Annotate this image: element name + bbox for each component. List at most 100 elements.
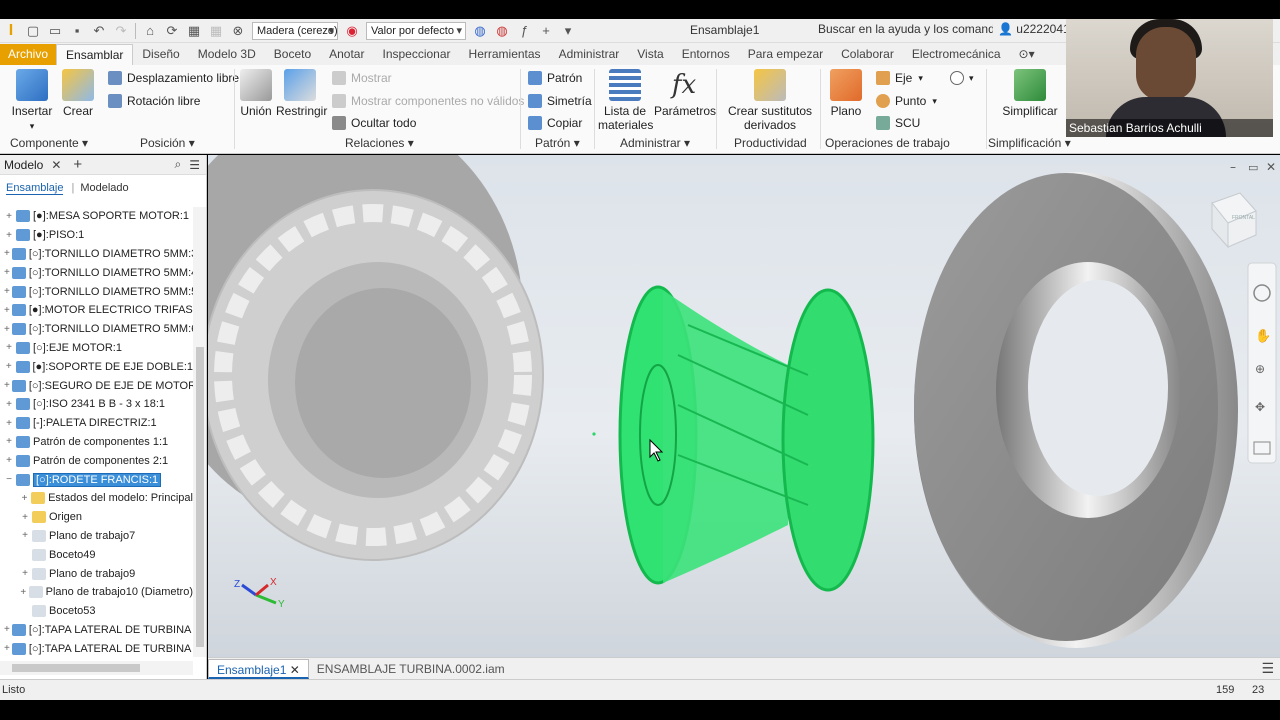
expand-toggle-icon[interactable]: + [4,342,14,353]
tree-item[interactable]: + Plano de trabajo10 (Diametro) [0,583,193,602]
expand-toggle-icon[interactable]: + [4,361,14,372]
crear-sustitutos-button[interactable]: Crear sustitutos derivados [724,69,816,132]
mostrar-no-validos-button[interactable]: Mostrar componentes no válidos [332,94,524,108]
group-label-relaciones[interactable]: Relaciones ▾ [345,136,414,150]
tree-item[interactable]: Boceto53 [0,602,193,621]
customize-dropdown-icon[interactable]: ▾ [559,22,577,40]
tree-item[interactable]: + Plano de trabajo7 [0,527,193,546]
expand-toggle-icon[interactable]: + [4,230,14,241]
menu-icon[interactable]: ☰ [1261,660,1274,677]
expand-toggle-icon[interactable]: + [4,418,14,429]
minimize-icon[interactable]: – [1230,160,1236,174]
simetria-button[interactable]: Simetría [528,94,592,108]
tree-item[interactable]: + Origen [0,508,193,527]
zoom-icon[interactable]: ⊕ [1255,362,1265,376]
tab-anotar[interactable]: Anotar [320,44,373,65]
doc-tab-active[interactable]: Ensamblaje1 ✕ [208,658,309,679]
expand-toggle-icon[interactable]: + [4,286,10,297]
help-search-input[interactable]: Buscar en la ayuda y los comandos [818,22,993,40]
expand-toggle-icon[interactable]: + [20,530,30,541]
expand-toggle-icon[interactable]: + [4,248,10,259]
save-icon[interactable]: ▪ [68,22,86,40]
orbit-icon[interactable]: ✥ [1255,400,1265,414]
group-label-posicion[interactable]: Posición ▾ [140,136,195,150]
tree-item[interactable]: + [○]:SEGURO DE EJE DE MOTOR:1 [0,376,193,395]
tree-item[interactable]: + Patrón de componentes 2:1 [0,451,193,470]
tree-item[interactable]: + [○]:TORNILLO DIAMETRO 5MM:6 [0,320,193,339]
tree-item[interactable]: + [○]:ISO 2341 B B - 3 x 18:1 [0,395,193,414]
scroll-thumb[interactable] [196,347,204,647]
group-label-componente[interactable]: Componente ▾ [10,136,88,150]
open-folder-icon[interactable]: ▭ [46,22,64,40]
menu-icon[interactable]: ☰ [189,158,200,172]
ocultar-todo-button[interactable]: Ocultar todo [332,116,416,130]
pan-hand-icon[interactable]: ✋ [1255,328,1271,344]
update-icon[interactable]: ⟳ [163,22,181,40]
tree-item[interactable]: + [●]:PISO:1 [0,226,193,245]
patron-button[interactable]: Patrón [528,71,582,85]
appearance-dropdown[interactable]: Valor por defecto [366,21,466,40]
search-icon[interactable]: ⌕ [175,157,182,172]
tree-item[interactable]: + [○]:TORNILLO DIAMETRO 5MM:5 [0,282,193,301]
rotacion-libre-button[interactable]: Rotación libre [108,94,200,108]
plano-button[interactable]: Plano [826,69,866,118]
tab-archivo[interactable]: Archivo [0,44,57,65]
expand-toggle-icon[interactable]: + [4,305,10,316]
expand-toggle-icon[interactable]: + [4,436,14,447]
restore-icon[interactable]: ▭ [1248,161,1258,174]
tree-item[interactable]: + Plano de trabajo9 [0,564,193,583]
select-filter-2-icon[interactable]: ▦ [207,22,225,40]
punto-button[interactable]: Punto ▾ [876,94,937,108]
guide-vane-ring[interactable] [208,155,544,561]
user-account[interactable]: 👤 u22220418 [998,22,1076,36]
undo-icon[interactable]: ↶ [90,22,108,40]
adjust-appearance-icon[interactable]: ◍ [471,22,489,40]
expand-toggle-icon[interactable]: + [4,399,14,410]
tree-horizontal-scrollbar[interactable] [0,661,193,675]
expand-toggle-icon[interactable]: + [4,324,10,335]
close-icon[interactable]: ✕ [290,663,300,677]
tree-item[interactable]: + [●]:MOTOR ELECTRICO TRIFASICO [0,301,193,320]
simplificar-button[interactable]: Simplificar [1000,69,1060,118]
expand-toggle-icon[interactable]: + [4,455,14,466]
tab-boceto[interactable]: Boceto [265,44,320,65]
tab-modelado[interactable]: Modelado [80,182,128,194]
home-icon[interactable]: ⌂ [141,22,159,40]
scroll-thumb[interactable] [12,664,140,672]
color-wheel-icon[interactable]: ◉ [343,22,361,40]
tree-item[interactable]: + Patrón de componentes 1:1 [0,433,193,452]
tab-herramientas[interactable]: Herramientas [460,44,550,65]
francis-runner-highlighted[interactable] [618,285,875,592]
tree-vertical-scrollbar[interactable] [193,207,206,657]
copiar-button[interactable]: Copiar [528,116,582,130]
tree-item[interactable]: + [-]:PALETA DIRECTRIZ:1 [0,414,193,433]
expand-toggle-icon[interactable]: + [20,493,29,504]
expand-toggle-icon[interactable]: + [20,568,30,579]
select-filter-icon[interactable]: ▦ [185,22,203,40]
tab-entornos[interactable]: Entornos [673,44,739,65]
union-button[interactable]: Unión [238,69,274,118]
tab-vista[interactable]: Vista [628,44,672,65]
lista-materiales-button[interactable]: Lista de materiales [598,69,653,132]
restringir-button[interactable]: Restringir [276,69,327,118]
expand-toggle-icon[interactable]: + [4,624,10,635]
plus-icon[interactable]: + [73,156,82,173]
ribbon-options-icon[interactable]: ⊙▾ [1010,44,1044,65]
expand-toggle-icon[interactable]: + [4,211,14,222]
crear-button[interactable]: Crear [60,69,96,118]
expand-toggle-icon[interactable]: − [4,474,14,485]
clear-appearance-icon[interactable]: ◍ [493,22,511,40]
options-dropdown[interactable]: ▾ [950,71,974,85]
tab-diseno[interactable]: Diseño [133,44,188,65]
expand-toggle-icon[interactable]: + [20,512,30,523]
plus-icon[interactable]: + [537,22,555,40]
tree-item[interactable]: + [○]:EJE MOTOR:1 [0,339,193,358]
doc-tab-other[interactable]: ENSAMBLAJE TURBINA.0002.iam [309,659,513,679]
tab-inspeccionar[interactable]: Inspeccionar [373,44,459,65]
expand-toggle-icon[interactable]: + [4,380,10,391]
view-cube[interactable]: FRONTAL [1211,192,1257,249]
parametros-button[interactable]: fx Parámetros [654,69,716,118]
mostrar-button[interactable]: Mostrar [332,71,392,85]
side-cover[interactable] [914,172,1238,648]
tab-para-empezar[interactable]: Para empezar [739,44,832,65]
